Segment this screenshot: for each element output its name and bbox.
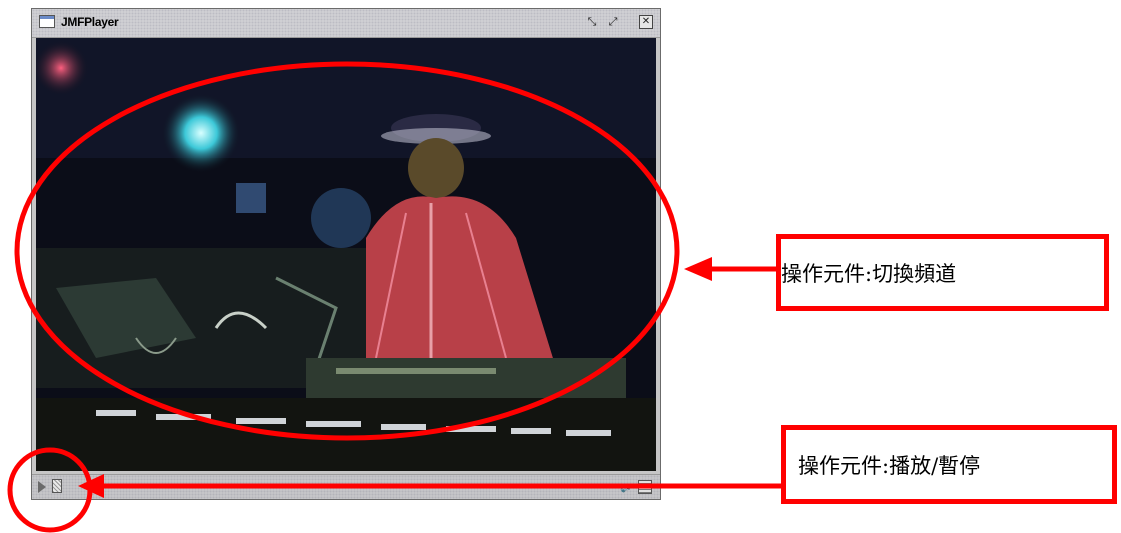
channel-highlight-ellipse — [14, 61, 680, 441]
play-pause-callout: 操作元件:播放/暫停 — [781, 425, 1117, 504]
play-pause-callout-text: 操作元件:播放/暫停 — [798, 453, 981, 478]
channel-arrow-head — [684, 257, 712, 281]
channel-callout: 操作元件:切換頻道 — [776, 234, 1109, 311]
play-highlight-ellipse — [7, 447, 93, 533]
channel-callout-text: 操作元件:切換頻道 — [781, 261, 957, 286]
